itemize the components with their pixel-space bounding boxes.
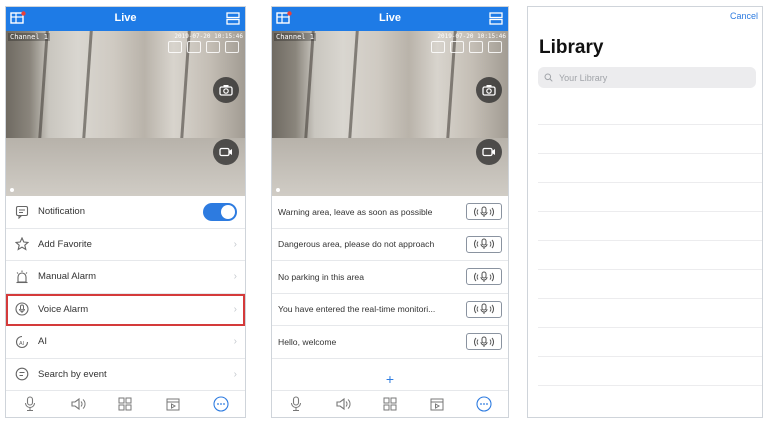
menu-item-voice-alarm[interactable]: Voice Alarm › [6, 293, 245, 326]
cancel-button[interactable]: Cancel [730, 11, 758, 21]
microphone-icon[interactable] [288, 396, 304, 412]
voice-play-icon [474, 336, 494, 347]
menu-item-add-favorite[interactable]: Add Favorite › [6, 229, 245, 261]
play-voice-alarm-button[interactable] [466, 300, 502, 318]
page-title: Live [378, 12, 401, 24]
menu-item-notification[interactable]: Notification [6, 196, 245, 229]
video-camera-icon [219, 147, 232, 157]
video-overlay-icons [168, 41, 239, 53]
menu-item-ai[interactable]: AI AI › [6, 326, 245, 359]
ai-icon: AI [14, 334, 30, 350]
more-icon[interactable] [213, 396, 229, 412]
voice-play-icon [474, 303, 494, 315]
video-camera-icon [482, 147, 495, 157]
chevron-right-icon: › [233, 238, 237, 250]
top-bar: Live [272, 7, 508, 31]
stream-icon[interactable] [187, 41, 201, 53]
voice-play-icon [474, 238, 494, 250]
grid-layout-icon[interactable] [117, 396, 133, 412]
search-icon [544, 73, 553, 82]
live-screen-voice-alarm: Live Channel 1 2019-07-20 10:15:46 Warni… [271, 6, 509, 418]
grid-layout-icon[interactable] [382, 396, 398, 412]
notification-toggle[interactable] [203, 203, 237, 221]
channel-label: Channel 1 [274, 33, 316, 41]
chevron-right-icon: › [233, 271, 237, 282]
play-voice-alarm-button[interactable] [466, 203, 502, 221]
camera-icon [482, 85, 496, 96]
stream-icon[interactable] [450, 41, 464, 53]
voice-play-icon [474, 206, 494, 217]
camera-icon [219, 85, 233, 96]
menu-item-label: Notification [38, 206, 85, 218]
more-icon[interactable] [476, 396, 492, 412]
voice-alarm-text: Hello, welcome [278, 336, 337, 347]
menu-item-label: Add Favorite [38, 238, 92, 250]
voice-alarm-item[interactable]: Dangerous area, please do not approach [272, 229, 508, 261]
search-input[interactable] [557, 71, 741, 84]
add-voice-alarm-button[interactable]: + [272, 371, 508, 387]
menu-item-label: Search by event [38, 368, 107, 380]
fullscreen-icon[interactable] [488, 41, 502, 53]
playback-icon[interactable] [165, 396, 181, 412]
video-overlay-icons [431, 41, 502, 53]
page-title: Library [539, 37, 604, 58]
voice-alarm-item[interactable]: Warning area, leave as soon as possible [272, 196, 508, 229]
voice-alarm-text: No parking in this area [278, 271, 364, 282]
live-video[interactable]: Channel 1 2019-07-20 10:15:46 [272, 31, 508, 196]
voice-alarm-text: Dangerous area, please do not approach [278, 239, 435, 250]
layout-icon[interactable] [225, 11, 241, 26]
voice-alarm-text: Warning area, leave as soon as possible [278, 206, 433, 217]
speaker-icon[interactable] [70, 396, 86, 412]
bottom-toolbar [272, 390, 508, 417]
chevron-right-icon: › [233, 336, 237, 347]
star-icon [14, 236, 30, 252]
top-bar: Live [6, 7, 245, 31]
play-voice-alarm-button[interactable] [466, 333, 502, 351]
voice-alarm-item[interactable]: You have entered the real-time monitori.… [272, 294, 508, 326]
library-search[interactable] [538, 67, 756, 88]
play-voice-alarm-button[interactable] [466, 268, 502, 286]
menu-item-search-by-event[interactable]: Search by event › [6, 359, 245, 391]
record-icon[interactable] [168, 41, 182, 53]
search-event-icon [14, 366, 30, 382]
svg-text:AI: AI [19, 341, 25, 347]
voice-alarm-item[interactable]: Hello, welcome [272, 326, 508, 359]
voice-alarm-list: Warning area, leave as soon as possible … [272, 196, 508, 359]
channel-label: Channel 1 [8, 33, 50, 41]
record-icon[interactable] [431, 41, 445, 53]
fullscreen-icon[interactable] [225, 41, 239, 53]
library-screen: Cancel Library [527, 6, 763, 418]
playback-icon[interactable] [429, 396, 445, 412]
snapshot-small-icon[interactable] [206, 41, 220, 53]
voice-play-icon [474, 271, 494, 282]
layout-icon[interactable] [488, 11, 504, 26]
chevron-right-icon: › [233, 303, 237, 315]
live-video[interactable]: Channel 1 2019-07-20 10:15:46 [6, 31, 245, 196]
speaker-icon[interactable] [335, 396, 351, 412]
chevron-right-icon: › [233, 368, 237, 380]
alarm-icon [14, 269, 30, 285]
live-screen-menu: Live Channel 1 2019-07-20 10:15:46 Notif… [5, 6, 246, 418]
video-timestamp: 2019-07-20 10:15:46 [174, 33, 243, 40]
snapshot-button[interactable] [476, 77, 502, 103]
record-video-button[interactable] [213, 139, 239, 165]
record-video-button[interactable] [476, 139, 502, 165]
page-title: Live [114, 12, 137, 24]
snapshot-button[interactable] [213, 77, 239, 103]
voice-alarm-item[interactable]: No parking in this area [272, 261, 508, 294]
snapshot-small-icon[interactable] [469, 41, 483, 53]
menu-item-manual-alarm[interactable]: Manual Alarm › [6, 261, 245, 294]
menu-item-label: AI [38, 336, 47, 348]
video-timestamp: 2019-07-20 10:15:46 [437, 33, 506, 40]
notification-icon [14, 204, 30, 220]
voice-alarm-text: You have entered the real-time monitori.… [278, 304, 436, 315]
menu-item-label: Voice Alarm [38, 303, 89, 315]
bottom-toolbar [6, 390, 245, 417]
voice-alarm-icon [14, 301, 30, 317]
menu-item-label: Manual Alarm [38, 271, 97, 283]
play-voice-alarm-button[interactable] [466, 235, 502, 253]
live-menu: Notification Add Favorite › Manual Alarm… [6, 196, 245, 391]
microphone-icon[interactable] [22, 396, 38, 412]
